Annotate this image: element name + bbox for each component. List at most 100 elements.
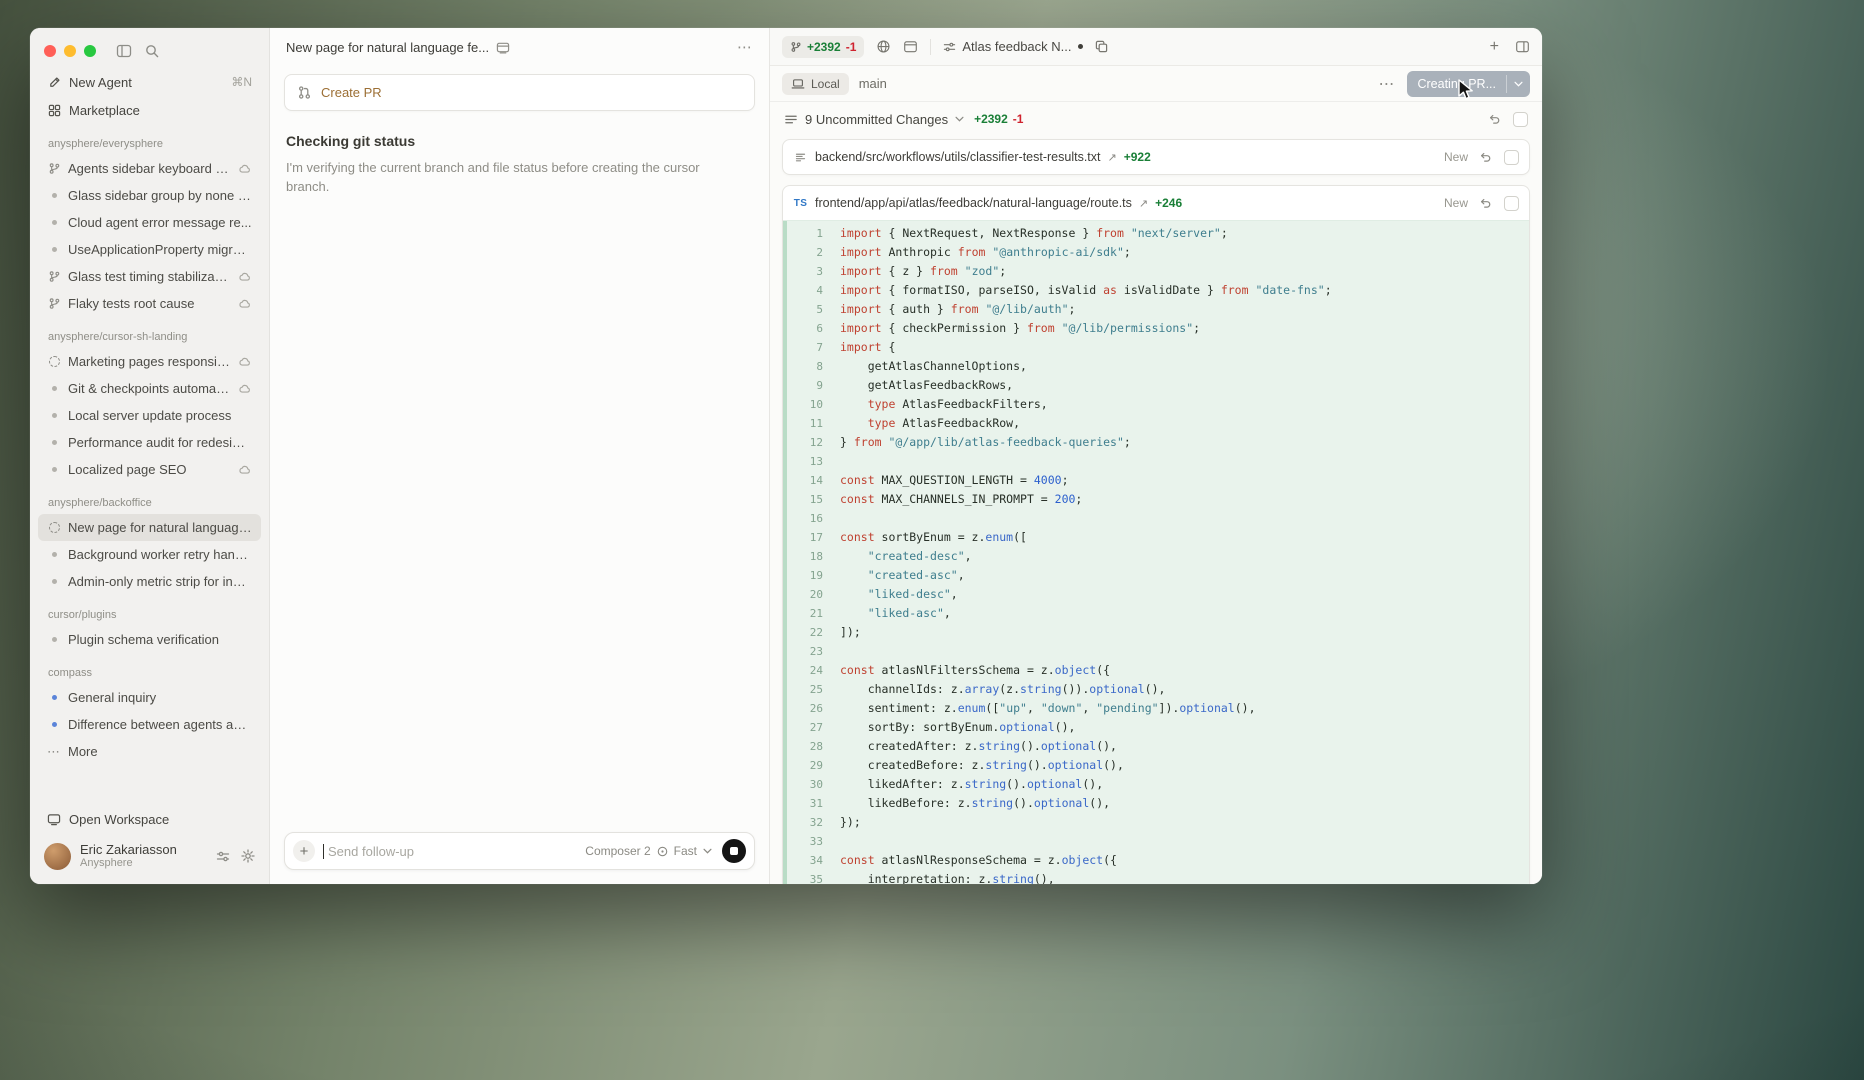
code-line[interactable]: 19 "created-asc", [783, 566, 1529, 585]
sidebar-item[interactable]: Performance audit for redesign... [38, 429, 261, 456]
code-line[interactable]: 25 channelIds: z.array(z.string()).optio… [783, 680, 1529, 699]
open-diff-icon[interactable] [496, 41, 510, 54]
settings-gear-icon[interactable] [241, 849, 255, 863]
code-line[interactable]: 20 "liked-desc", [783, 585, 1529, 604]
code-line[interactable]: 3 import { z } from "zod"; [783, 262, 1529, 281]
sidebar-item[interactable]: ⋯ More [38, 738, 261, 765]
code-line[interactable]: 4 import { formatISO, parseISO, isValid a… [783, 281, 1529, 300]
marketplace-button[interactable]: Marketplace [38, 96, 261, 124]
code-line[interactable]: 6 import { checkPermission } from "@/lib/… [783, 319, 1529, 338]
tab-atlas-feedback[interactable]: Atlas feedback N... [943, 39, 1083, 54]
changes-chevron-icon[interactable] [955, 116, 964, 122]
sidebar-item[interactable]: Localized page SEO [38, 456, 261, 483]
local-chip[interactable]: Local [782, 72, 849, 95]
split-view-icon[interactable] [1515, 40, 1530, 54]
sidebar-item[interactable]: UseApplicationProperty migrati... [38, 236, 261, 263]
creating-pr-chevron-icon[interactable] [1506, 74, 1530, 93]
code-line[interactable]: 14 const MAX_QUESTION_LENGTH = 4000; [783, 471, 1529, 490]
branch-name[interactable]: main [859, 76, 887, 91]
sidebar-item[interactable]: Plugin schema verification [38, 626, 261, 653]
code-line[interactable]: 1 import { NextRequest, NextResponse } fr… [783, 224, 1529, 243]
stage-all-checkbox[interactable] [1513, 111, 1528, 127]
sidebar-item[interactable]: Agents sidebar keyboard expe... [38, 155, 261, 182]
search-icon[interactable] [145, 44, 159, 58]
undo-file-icon[interactable] [1479, 196, 1493, 210]
code-line[interactable]: 8 getAtlasChannelOptions, [783, 357, 1529, 376]
sidebar-toggle-icon[interactable] [116, 44, 132, 58]
sidebar-item[interactable]: Difference between agents and ... [38, 711, 261, 738]
stop-button[interactable] [722, 839, 746, 863]
undo-all-icon[interactable] [1488, 112, 1502, 126]
code-line[interactable]: 9 getAtlasFeedbackRows, [783, 376, 1529, 395]
mode-label[interactable]: Fast [674, 844, 697, 858]
code-line[interactable]: 29 createdBefore: z.string().optional(), [783, 756, 1529, 775]
stage-file-checkbox[interactable] [1504, 195, 1519, 211]
file-row[interactable]: backend/src/workflows/utils/classifier-t… [783, 140, 1529, 174]
composer-model-label[interactable]: Composer 2 [585, 844, 650, 858]
sidebar-item[interactable]: Cloud agent error message re... [38, 209, 261, 236]
code-line[interactable]: 26 sentiment: z.enum(["up", "down", "pen… [783, 699, 1529, 718]
filter-sliders-icon[interactable] [216, 850, 230, 863]
external-link-icon[interactable]: ↗ [1139, 197, 1148, 210]
code-line[interactable]: 30 likedAfter: z.string().optional(), [783, 775, 1529, 794]
sidebar-item[interactable]: Admin-only metric strip for inco... [38, 568, 261, 595]
sidebar-item[interactable]: General inquiry [38, 684, 261, 711]
zoom-window-button[interactable] [84, 45, 96, 57]
code-line[interactable]: 22]); [783, 623, 1529, 642]
code-line[interactable]: 7 import { [783, 338, 1529, 357]
open-workspace-button[interactable]: Open Workspace [38, 805, 261, 833]
code-line[interactable]: 24 const atlasNlFiltersSchema = z.object(… [783, 661, 1529, 680]
file-row[interactable]: TS frontend/app/api/atlas/feedback/natura… [783, 186, 1529, 220]
code-text: const sortByEnum = z.enum([ [840, 530, 1027, 544]
external-link-icon[interactable]: ↗ [1108, 151, 1117, 164]
new-agent-button[interactable]: New Agent ⌘N [38, 68, 261, 96]
code-line[interactable]: 18 "created-desc", [783, 547, 1529, 566]
sidebar-item[interactable]: Background worker retry handling [38, 541, 261, 568]
code-line[interactable]: 27 sortBy: sortByEnum.optional(), [783, 718, 1529, 737]
code-line[interactable]: 28 createdAfter: z.string().optional(), [783, 737, 1529, 756]
creating-pr-button[interactable]: Creating PR... [1407, 70, 1530, 97]
sidebar-item[interactable]: Glass sidebar group by none op... [38, 182, 261, 209]
sidebar-item[interactable]: Glass test timing stabilization [38, 263, 261, 290]
undo-file-icon[interactable] [1479, 150, 1493, 164]
code-line[interactable]: 11 type AtlasFeedbackRow, [783, 414, 1529, 433]
sidebar-item[interactable]: Flaky tests root cause [38, 290, 261, 317]
close-window-button[interactable] [44, 45, 56, 57]
code-line[interactable]: 16 [783, 509, 1529, 528]
diff-code-area[interactable]: 1 import { NextRequest, NextResponse } fr… [783, 220, 1529, 884]
user-profile[interactable]: Eric Zakariasson Anysphere [30, 833, 269, 876]
copy-icon[interactable] [1095, 40, 1108, 53]
code-line[interactable]: 10 type AtlasFeedbackFilters, [783, 395, 1529, 414]
chat-more-icon[interactable]: ⋯ [737, 38, 753, 56]
code-line[interactable]: 32}); [783, 813, 1529, 832]
attach-plus-icon[interactable]: + [293, 840, 315, 862]
toolbar-more-icon[interactable]: ⋯ [1378, 74, 1395, 94]
composer-placeholder[interactable]: Send follow-up [328, 844, 414, 859]
code-line[interactable]: 31 likedBefore: z.string().optional(), [783, 794, 1529, 813]
code-line[interactable]: 5 import { auth } from "@/lib/auth"; [783, 300, 1529, 319]
sidebar-item[interactable]: Local server update process [38, 402, 261, 429]
code-line[interactable]: 2 import Anthropic from "@anthropic-ai/sd… [783, 243, 1529, 262]
globe-icon[interactable] [876, 39, 891, 54]
sidebar-item[interactable]: Git & checkpoints automatic c... [38, 375, 261, 402]
followup-composer[interactable]: + Send follow-up Composer 2 Fast [284, 832, 755, 870]
sidebar-item[interactable]: Marketing pages responsiven... [38, 348, 261, 375]
code-line[interactable]: 35 interpretation: z.string(), [783, 870, 1529, 884]
sidebar-item[interactable]: New page for natural language f... [38, 514, 261, 541]
chevron-down-icon[interactable] [703, 848, 712, 854]
code-line[interactable]: 21 "liked-asc", [783, 604, 1529, 623]
code-line[interactable]: 15 const MAX_CHANNELS_IN_PROMPT = 200; [783, 490, 1529, 509]
new-tab-plus-icon[interactable]: + [1490, 38, 1499, 56]
code-line[interactable]: 17 const sortByEnum = z.enum([ [783, 528, 1529, 547]
browser-preview-icon[interactable] [903, 40, 918, 54]
code-line[interactable]: 23 [783, 642, 1529, 661]
changes-label[interactable]: 9 Uncommitted Changes [805, 112, 948, 127]
code-line[interactable]: 13 [783, 452, 1529, 471]
code-line[interactable]: 34 const atlasNlResponseSchema = z.object… [783, 851, 1529, 870]
diff-stats-pill[interactable]: +2392 -1 [782, 35, 865, 58]
create-pr-button[interactable]: Create PR [284, 74, 755, 111]
code-line[interactable]: 12} from "@/app/lib/atlas-feedback-queri… [783, 433, 1529, 452]
code-line[interactable]: 33 [783, 832, 1529, 851]
stage-file-checkbox[interactable] [1504, 149, 1519, 165]
minimize-window-button[interactable] [64, 45, 76, 57]
